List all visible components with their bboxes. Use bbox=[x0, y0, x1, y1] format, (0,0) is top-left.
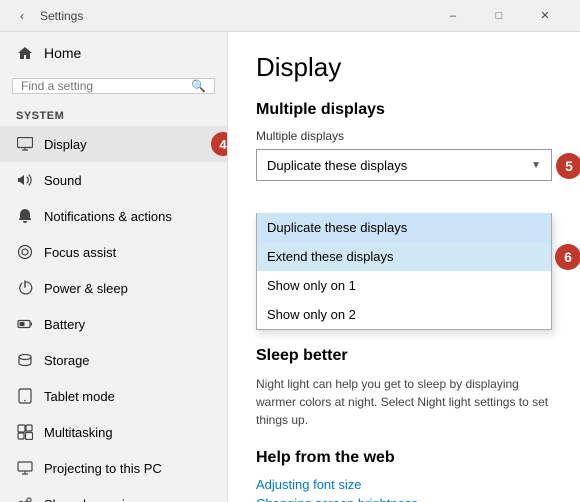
multitasking-icon bbox=[16, 423, 34, 441]
main-content: Display Multiple displays Multiple displ… bbox=[228, 32, 580, 502]
focus-icon bbox=[16, 243, 34, 261]
sidebar-item-battery[interactable]: Battery bbox=[0, 306, 227, 342]
chevron-down-icon: ▼ bbox=[531, 160, 541, 171]
dropdown-option-duplicate[interactable]: Duplicate these displays bbox=[257, 213, 551, 242]
tablet-label: Tablet mode bbox=[44, 389, 211, 404]
battery-label: Battery bbox=[44, 317, 211, 332]
sleep-section: Sleep better Night light can help you ge… bbox=[256, 347, 552, 429]
focus-label: Focus assist bbox=[44, 245, 211, 260]
back-button[interactable]: ‹ bbox=[12, 6, 32, 26]
sidebar-item-tablet[interactable]: Tablet mode bbox=[0, 378, 227, 414]
minimize-button[interactable]: – bbox=[430, 0, 476, 32]
badge-4: 4 bbox=[211, 132, 228, 156]
shared-label: Shared experiences bbox=[44, 497, 211, 502]
sidebar-item-focus[interactable]: Focus assist bbox=[0, 234, 227, 270]
sleep-description: Night light can help you get to sleep by… bbox=[256, 375, 552, 429]
sound-label: Sound bbox=[44, 173, 211, 188]
extend-label: Extend these displays bbox=[267, 249, 393, 264]
sidebar-item-power[interactable]: Power & sleep bbox=[0, 270, 227, 306]
dropdown-option-show1[interactable]: Show only on 1 bbox=[257, 271, 551, 300]
home-label: Home bbox=[44, 45, 81, 61]
dropdown-label: Multiple displays bbox=[256, 129, 552, 143]
section-label: System bbox=[0, 102, 227, 126]
help-section: Help from the web Adjusting font size Ch… bbox=[256, 449, 552, 502]
display-label: Display bbox=[44, 137, 211, 152]
titlebar-controls: – □ ✕ bbox=[430, 0, 568, 32]
badge-5: 5 bbox=[556, 153, 580, 179]
tablet-icon bbox=[16, 387, 34, 405]
titlebar: ‹ Settings – □ ✕ bbox=[0, 0, 580, 32]
multiple-displays-dropdown-container: 5 Duplicate these displays ▼ Duplicate t… bbox=[256, 149, 552, 325]
power-icon bbox=[16, 279, 34, 297]
home-icon bbox=[16, 44, 34, 62]
help-link-brightness[interactable]: Changing screen brightness bbox=[256, 496, 552, 502]
search-icon: 🔍 bbox=[191, 79, 206, 93]
close-button[interactable]: ✕ bbox=[522, 0, 568, 32]
app-body: Home 🔍 System Display 4 bbox=[0, 32, 580, 502]
storage-label: Storage bbox=[44, 353, 211, 368]
sidebar-item-display[interactable]: Display 4 bbox=[0, 126, 227, 162]
multiple-displays-section: Multiple displays Multiple displays 5 Du… bbox=[256, 101, 552, 325]
dropdown-current-value: Duplicate these displays bbox=[267, 158, 407, 173]
battery-icon bbox=[16, 315, 34, 333]
sidebar-item-projecting[interactable]: Projecting to this PC bbox=[0, 450, 227, 486]
projecting-icon bbox=[16, 459, 34, 477]
dropdown-option-extend[interactable]: Extend these displays 6 bbox=[257, 242, 551, 271]
multiple-displays-heading: Multiple displays bbox=[256, 101, 552, 119]
search-input[interactable] bbox=[21, 79, 191, 93]
sidebar-item-storage[interactable]: Storage bbox=[0, 342, 227, 378]
dropdown-menu: Duplicate these displays Extend these di… bbox=[256, 213, 552, 330]
multitasking-label: Multitasking bbox=[44, 425, 211, 440]
sound-icon bbox=[16, 171, 34, 189]
storage-icon bbox=[16, 351, 34, 369]
notifications-label: Notifications & actions bbox=[44, 209, 211, 224]
dropdown-option-show2[interactable]: Show only on 2 bbox=[257, 300, 551, 329]
page-title: Display bbox=[256, 52, 552, 83]
power-label: Power & sleep bbox=[44, 281, 211, 296]
maximize-button[interactable]: □ bbox=[476, 0, 522, 32]
projecting-label: Projecting to this PC bbox=[44, 461, 211, 476]
display-icon bbox=[16, 135, 34, 153]
help-link-font[interactable]: Adjusting font size bbox=[256, 477, 552, 492]
search-box[interactable]: 🔍 bbox=[12, 78, 215, 94]
notifications-icon bbox=[16, 207, 34, 225]
badge-6: 6 bbox=[555, 244, 580, 270]
sidebar-item-notifications[interactable]: Notifications & actions bbox=[0, 198, 227, 234]
sidebar-item-multitasking[interactable]: Multitasking bbox=[0, 414, 227, 450]
sleep-heading: Sleep better bbox=[256, 347, 552, 365]
dropdown-button[interactable]: Duplicate these displays ▼ bbox=[256, 149, 552, 181]
sidebar-item-sound[interactable]: Sound bbox=[0, 162, 227, 198]
titlebar-title: Settings bbox=[40, 9, 430, 23]
shared-icon bbox=[16, 495, 34, 502]
sidebar-home-item[interactable]: Home bbox=[0, 32, 227, 74]
help-heading: Help from the web bbox=[256, 449, 552, 467]
sidebar: Home 🔍 System Display 4 bbox=[0, 32, 228, 502]
sidebar-item-shared[interactable]: Shared experiences bbox=[0, 486, 227, 502]
